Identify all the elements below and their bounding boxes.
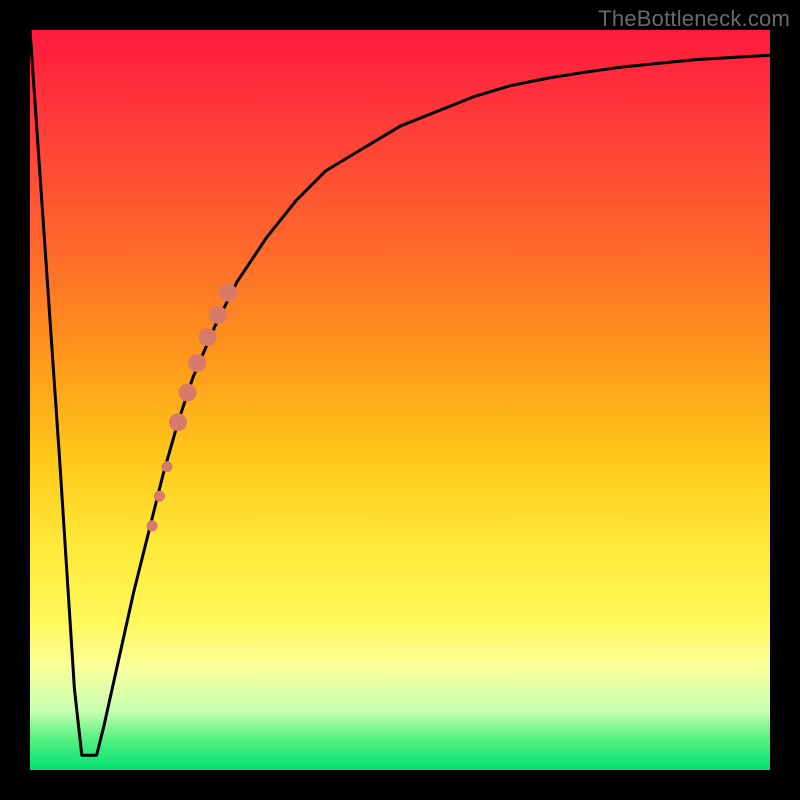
curve-marker (179, 384, 197, 402)
bottleneck-curve (30, 30, 770, 755)
curve-markers (147, 284, 238, 532)
curve-marker (154, 491, 165, 502)
curve-marker (147, 520, 158, 531)
curve-marker (188, 354, 206, 372)
curve-marker (199, 328, 217, 346)
curve-marker (219, 284, 237, 302)
plot-area (30, 30, 770, 770)
curve-marker (209, 306, 227, 324)
watermark-text: TheBottleneck.com (598, 6, 790, 32)
curve-marker (169, 413, 187, 431)
chart-frame: TheBottleneck.com (0, 0, 800, 800)
curve-marker (161, 461, 172, 472)
chart-svg (30, 30, 770, 770)
